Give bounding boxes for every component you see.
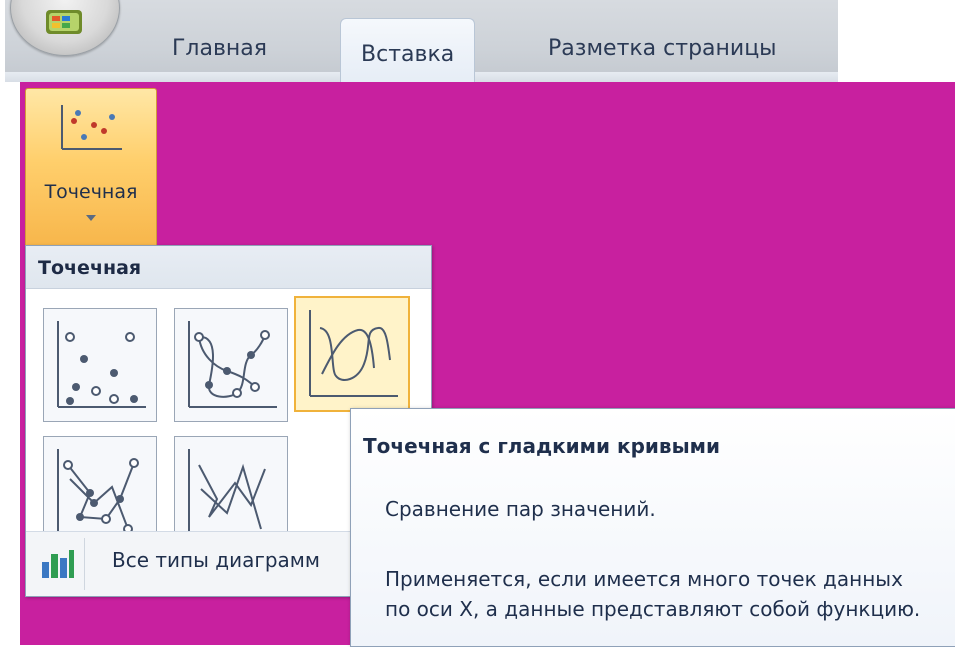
- scatter-straight-lines-markers-icon: [57, 449, 146, 536]
- tab-page-layout-label: Разметка страницы: [548, 36, 777, 61]
- gallery-header-label: Точечная: [38, 257, 142, 279]
- footer-separator: [84, 538, 85, 590]
- gallery-item-scatter-markers[interactable]: [43, 308, 157, 422]
- tooltip: Точечная с гладкими кривыми Сравнение па…: [350, 408, 955, 647]
- scatter-chart-label: Точечная: [44, 181, 138, 203]
- gallery-item-scatter-smooth-lines[interactable]: [294, 296, 410, 412]
- scatter-smooth-lines-icon: [309, 310, 398, 397]
- chevron-down-icon: [86, 215, 96, 221]
- tab-page-layout[interactable]: Разметка страницы: [548, 28, 777, 78]
- bar-chart-icon: [42, 550, 74, 578]
- all-chart-types-label: Все типы диаграмм: [112, 548, 320, 572]
- office-logo-icon: [46, 10, 82, 34]
- tooltip-title: Точечная с гладкими кривыми: [363, 434, 721, 458]
- gallery-header: Точечная: [26, 246, 431, 289]
- scatter-chart-icon: [61, 105, 122, 150]
- scatter-straight-lines-icon: [188, 449, 277, 536]
- tab-home-label: Главная: [172, 36, 268, 61]
- scatter-markers-only-icon: [57, 321, 146, 408]
- scatter-smooth-lines-markers-icon: [188, 321, 277, 408]
- tab-home[interactable]: Главная: [172, 28, 267, 78]
- tab-insert-label: Вставка: [361, 42, 455, 67]
- tooltip-line-2: Применяется, если имеется много точек да…: [385, 567, 921, 621]
- scatter-chart-button[interactable]: Точечная: [25, 88, 157, 250]
- tooltip-line-1: Сравнение пар значений.: [385, 497, 656, 521]
- gallery-item-scatter-smooth-markers[interactable]: [174, 308, 288, 422]
- tab-insert[interactable]: Вставка: [340, 18, 476, 83]
